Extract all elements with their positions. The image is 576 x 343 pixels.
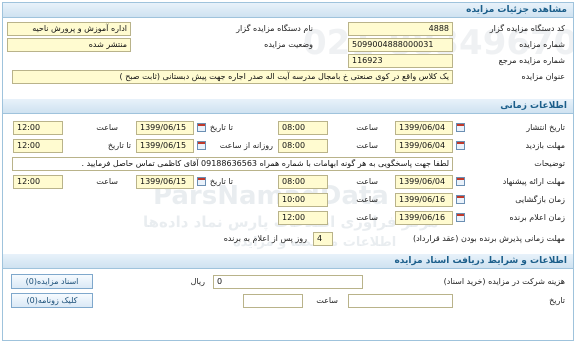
fee-field[interactable]: 0	[213, 275, 363, 289]
section-header-docs: اطلاعات و شرایط دریافت اسناد مزایده	[3, 254, 573, 269]
visit-from-date[interactable]: 1399/06/04	[395, 139, 453, 153]
visit-label: مهلت بازدید	[525, 141, 565, 150]
publish-to-date[interactable]: 1399/06/15	[136, 121, 194, 135]
bid-from-time[interactable]: 08:00	[278, 175, 328, 189]
publish-to-label: تا تاریخ	[209, 123, 233, 132]
time-label: ساعت	[316, 296, 338, 305]
org-name-field[interactable]: اداره آموزش و پرورش ناحیه	[7, 22, 131, 36]
winner-label: زمان اعلام برنده	[509, 213, 565, 222]
winner-time[interactable]: 12:00	[278, 211, 328, 225]
bulletin-button[interactable]: کلیک زونامه(0)	[11, 293, 93, 308]
visit-to-time[interactable]: 12:00	[13, 139, 63, 153]
publish-to-time-label: ساعت	[96, 123, 118, 132]
date-field[interactable]	[348, 294, 453, 308]
opening-date[interactable]: 1399/06/16	[395, 193, 453, 207]
visit-daily-label: روزانه از ساعت	[219, 141, 273, 150]
notes-label: توضیحات	[534, 159, 565, 168]
validity-suffix: روز پس از اعلام به برنده	[223, 234, 307, 243]
row-bulletin: تاریخ ساعت کلیک زونامه(0)	[3, 293, 573, 311]
fee-label: هزینه شرکت در مزایده (خرید اسناد)	[443, 277, 565, 286]
section-header-time: اطلاعات زمانی	[3, 99, 573, 114]
calendar-icon[interactable]	[456, 123, 465, 132]
bid-to-time-label: ساعت	[96, 177, 118, 186]
status-field[interactable]: منتشر شده	[7, 38, 131, 52]
bid-to-time[interactable]: 12:00	[13, 175, 63, 189]
calendar-icon[interactable]	[197, 141, 206, 150]
subject-label: عنوان مزایده	[521, 72, 566, 81]
calendar-icon[interactable]	[197, 123, 206, 132]
bid-to-date[interactable]: 1399/06/15	[136, 175, 194, 189]
bid-deadline-label: مهلت ارائه پیشنهاد	[502, 177, 565, 186]
row-validity: مهلت زمانی پذیرش برنده بودن (عقد قرارداد…	[3, 231, 573, 249]
validity-field[interactable]: 4	[313, 232, 333, 246]
row-fee: هزینه شرکت در مزایده (خرید اسناد) 0 ریال…	[3, 274, 573, 292]
winner-time-label: ساعت	[356, 213, 378, 222]
notes-field[interactable]: لطفا جهت پاسخگویی به هر گونه ابهامات با …	[12, 157, 453, 171]
org-name-label: نام دستگاه مزایده گزار	[236, 24, 313, 33]
publish-from-time[interactable]: 08:00	[278, 121, 328, 135]
bid-from-date[interactable]: 1399/06/04	[395, 175, 453, 189]
calendar-icon[interactable]	[197, 177, 206, 186]
calendar-icon[interactable]	[456, 177, 465, 186]
publish-from-date[interactable]: 1399/06/04	[395, 121, 453, 135]
opening-time-label: ساعت	[356, 195, 378, 204]
row-notes: توضیحات لطفا جهت پاسخگویی به هر گونه ابه…	[3, 156, 573, 174]
section-title-docs: اطلاعات و شرایط دریافت اسناد مزایده	[394, 256, 567, 266]
visit-from-time[interactable]: 08:00	[278, 139, 328, 153]
row-opening: زمان بازگشایی 1399/06/16 ساعت 10:00	[3, 192, 573, 210]
ref-no-field[interactable]: 116923	[348, 54, 453, 68]
time-field[interactable]	[243, 294, 303, 308]
calendar-icon[interactable]	[456, 213, 465, 222]
section-title-time: اطلاعات زمانی	[500, 101, 567, 111]
publish-time-label: ساعت	[356, 123, 378, 132]
bid-to-label: تا تاریخ	[209, 177, 233, 186]
currency-label: ریال	[190, 277, 205, 286]
calendar-icon[interactable]	[456, 141, 465, 150]
publish-label: تاریخ انتشار	[526, 123, 565, 132]
opening-label: زمان بازگشایی	[515, 195, 565, 204]
auction-details-panel: 021-88349670 ParsNamadData مرکز فراوری ا…	[2, 2, 574, 341]
row-bid-deadline: مهلت ارائه پیشنهاد 1399/06/04 ساعت 08:00…	[3, 174, 573, 192]
ref-no-label: شماره مزایده مرجع	[498, 56, 565, 65]
row-visit: مهلت بازدید 1399/06/04 ساعت 08:00 روزانه…	[3, 138, 573, 156]
status-label: وضعیت مزایده	[264, 40, 313, 49]
date-label: تاریخ	[549, 296, 565, 305]
visit-time-label: ساعت	[356, 141, 378, 150]
winner-date[interactable]: 1399/06/16	[395, 211, 453, 225]
section-header-details: مشاهده جزئیات مزایده	[3, 3, 573, 18]
docs-button[interactable]: اسناد مزایده(0)	[11, 274, 93, 289]
opening-time[interactable]: 10:00	[278, 193, 328, 207]
visit-to-date[interactable]: 1399/06/15	[136, 139, 194, 153]
publish-to-time[interactable]: 12:00	[13, 121, 63, 135]
subject-field[interactable]: یک کلاس واقع در کوی صنعتی خ بامجال مدرسه…	[12, 70, 453, 84]
row-publish: تاریخ انتشار 1399/06/04 ساعت 08:00 تا تا…	[3, 120, 573, 138]
section-title-details: مشاهده جزئیات مزایده	[466, 5, 567, 15]
visit-to-label: تا تاریخ	[107, 141, 131, 150]
row-subject: عنوان مزایده یک کلاس واقع در کوی صنعتی خ…	[3, 69, 573, 87]
row-winner: زمان اعلام برنده 1399/06/16 ساعت 12:00	[3, 210, 573, 228]
bid-time-label: ساعت	[356, 177, 378, 186]
calendar-icon[interactable]	[456, 195, 465, 204]
validity-label: مهلت زمانی پذیرش برنده بودن (عقد قرارداد…	[412, 234, 565, 243]
